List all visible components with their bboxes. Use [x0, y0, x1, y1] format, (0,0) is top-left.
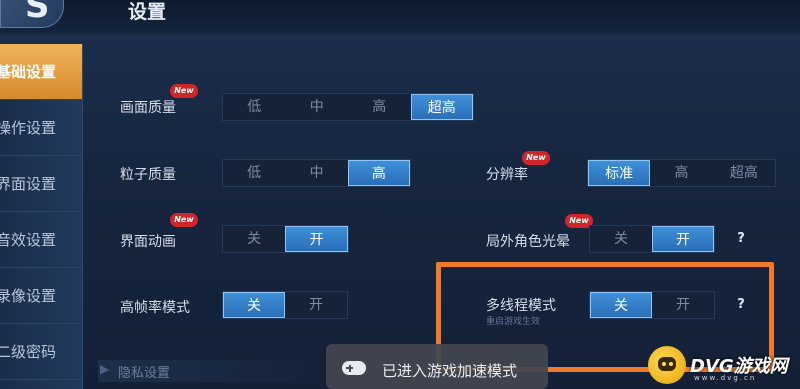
outside-character-halo-help-icon[interactable]: ?	[733, 231, 749, 247]
back-logo-icon: S	[25, 0, 50, 26]
high-frame-rate-label: 高帧率模式	[120, 300, 190, 316]
resolution-selector: 标准 高 超高	[587, 159, 776, 187]
resolution-option-standard[interactable]: 标准	[588, 160, 651, 186]
top-bar: S 设置	[0, 0, 800, 34]
graphics-quality-label: 画面质量	[120, 100, 176, 116]
particle-quality-label: 粒子质量	[120, 167, 176, 183]
high-frame-rate-toggle: 关 开	[222, 291, 348, 319]
resolution-label: 分辨率	[486, 167, 528, 183]
particle-quality-option-medium[interactable]: 中	[285, 160, 347, 186]
outside-character-halo-option-on[interactable]: 开	[652, 226, 714, 252]
high-frame-rate-option-off[interactable]: 关	[223, 292, 285, 318]
privacy-settings-row[interactable]: ▶ 隐私设置	[98, 360, 348, 382]
graphics-quality-option-ultra[interactable]: 超高	[410, 94, 474, 120]
new-badge: New	[170, 84, 198, 98]
sidebar-item-basic-settings[interactable]: 基础设置	[0, 44, 82, 100]
graphics-quality-option-medium[interactable]: 中	[286, 94, 349, 120]
new-badge: New	[522, 151, 550, 165]
particle-quality-option-high[interactable]: 高	[347, 160, 410, 186]
expand-arrow-icon: ▶	[100, 362, 110, 376]
new-badge: New	[170, 213, 198, 227]
outside-character-halo-toggle: 关 开	[589, 225, 715, 253]
toast-text: 已进入游戏加速模式	[382, 362, 518, 380]
graphics-quality-option-high[interactable]: 高	[348, 94, 411, 120]
resolution-option-ultra[interactable]: 超高	[713, 160, 775, 186]
sidebar-item-sound-settings[interactable]: 音效设置	[0, 212, 82, 268]
acceleration-toast: 已进入游戏加速模式	[326, 344, 548, 389]
privacy-settings-label: 隐私设置	[118, 366, 171, 381]
sidebar-item-interface-settings[interactable]: 界面设置	[0, 156, 82, 212]
site-watermark: DVG游戏网 www.dvg.cn	[648, 344, 800, 389]
outside-character-halo-option-off[interactable]: 关	[590, 226, 652, 252]
resolution-option-high[interactable]: 高	[650, 160, 712, 186]
gamepad-logo-icon	[648, 346, 686, 384]
sidebar-item-secondary-password[interactable]: 二级密码	[0, 324, 82, 380]
page-title: 设置	[128, 1, 167, 23]
outside-character-halo-label: 局外角色光晕	[486, 234, 570, 250]
graphics-quality-option-low[interactable]: 低	[223, 94, 286, 120]
sidebar-item-replay-settings[interactable]: 录像设置	[0, 268, 82, 324]
sidebar-item-control-settings[interactable]: 操作设置	[0, 100, 82, 156]
gamepad-icon	[342, 361, 366, 375]
ui-animation-option-off[interactable]: 关	[223, 226, 285, 252]
settings-sidebar: 基础设置 操作设置 界面设置 音效设置 录像设置 二级密码	[0, 44, 83, 389]
ui-animation-option-on[interactable]: 开	[285, 226, 348, 252]
graphics-quality-selector: 低 中 高 超高	[222, 93, 474, 121]
ui-animation-label: 界面动画	[120, 234, 176, 250]
particle-quality-option-low[interactable]: 低	[223, 160, 285, 186]
ui-animation-toggle: 关 开	[222, 225, 349, 253]
watermark-url: www.dvg.cn	[694, 374, 757, 382]
particle-quality-selector: 低 中 高	[222, 159, 411, 187]
back-button[interactable]: S	[0, 0, 64, 28]
high-frame-rate-option-on[interactable]: 开	[285, 292, 347, 318]
